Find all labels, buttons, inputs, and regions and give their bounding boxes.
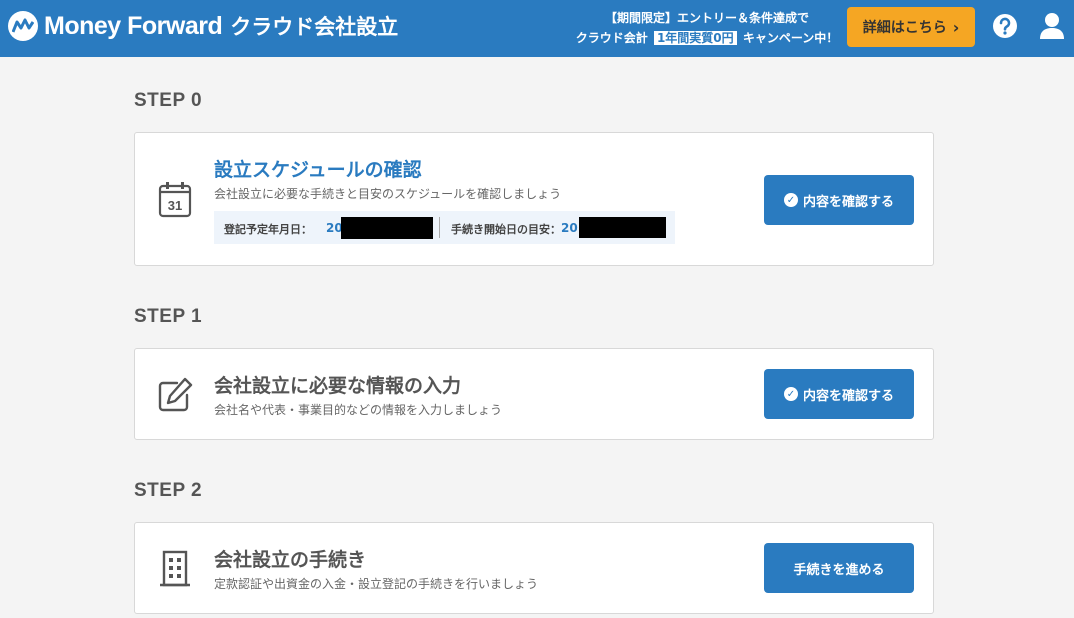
step-2-button-label: 手続きを進める (793, 562, 885, 578)
start-date-value: 20 (561, 221, 578, 235)
campaign-detail-button[interactable]: 詳細はこちら › (847, 7, 975, 47)
chevron-right-icon: › (952, 17, 960, 37)
campaign-product: クラウド会計 (575, 31, 648, 45)
step-1-card: 会社設立に必要な情報の入力 会社名や代表・事業目的などの情報を入力しましょう ✓… (134, 348, 934, 440)
step-1-description: 会社名や代表・事業目的などの情報を入力しましょう (214, 403, 503, 417)
step-2-heading[interactable]: 会社設立の手続き (214, 545, 366, 572)
step-2-card: 会社設立の手続き 定款認証や出資金の入金・設立登記の手続きを行いましょう 手続き… (134, 522, 934, 614)
step-0-confirm-button[interactable]: ✓ 内容を確認する (764, 175, 914, 225)
divider (439, 217, 440, 238)
check-circle-icon: ✓ (783, 193, 798, 207)
app-header: Money Forward クラウド会社設立 【期間限定】エントリー＆条件達成で… (0, 0, 1074, 57)
step-1-heading[interactable]: 会社設立に必要な情報の入力 (214, 371, 461, 398)
calendar-day: 31 (168, 198, 182, 213)
detail-button-label: 詳細はこちら (862, 20, 947, 36)
question-circle-icon[interactable] (992, 13, 1018, 39)
step-2-description: 定款認証や出資金の入金・設立登記の手続きを行いましょう (214, 577, 539, 591)
edit-icon (158, 377, 193, 412)
redaction-bar (579, 217, 666, 238)
registration-date-label: 登記予定年月日： (224, 223, 312, 236)
campaign-suffix: キャンペーン中！ (742, 31, 839, 45)
campaign-badge: 1年間実質0円 (653, 31, 737, 45)
step-1-button-label: 内容を確認する (802, 388, 894, 404)
campaign-line2: クラウド会計 1年間実質0円 キャンペーン中！ (574, 28, 840, 48)
redaction-bar (341, 217, 433, 239)
start-date-label: 手続き開始日の目安： (451, 223, 561, 236)
step-0-title: STEP 0 (134, 90, 203, 111)
user-icon[interactable] (1039, 12, 1065, 40)
campaign-banner: 【期間限定】エントリー＆条件達成で クラウド会計 1年間実質0円 キャンペーン中… (574, 8, 840, 48)
step-2-proceed-button[interactable]: 手続きを進める (764, 543, 914, 593)
step-0-description: 会社設立に必要な手続きと目安のスケジュールを確認しましょう (214, 187, 562, 201)
money-forward-logo-icon (8, 11, 38, 41)
step-0-heading[interactable]: 設立スケジュールの確認 (214, 155, 422, 182)
step-2-title: STEP 2 (134, 480, 203, 501)
building-icon (160, 550, 190, 587)
calendar-icon: 31 (158, 182, 192, 218)
product-name: クラウド会社設立 (230, 15, 399, 39)
logo[interactable]: Money Forward クラウド会社設立 (8, 11, 398, 41)
step-1-confirm-button[interactable]: ✓ 内容を確認する (764, 369, 914, 419)
step-0-card: 31 設立スケジュールの確認 会社設立に必要な手続きと目安のスケジュールを確認し… (134, 132, 934, 266)
brand-name: Money Forward (44, 11, 223, 40)
schedule-dates: 登記予定年月日： 20 手続き開始日の目安： 20 (214, 211, 675, 244)
step-0-button-label: 内容を確認する (802, 194, 894, 210)
step-1-title: STEP 1 (134, 306, 203, 327)
campaign-line1: 【期間限定】エントリー＆条件達成で (604, 11, 809, 25)
check-circle-icon: ✓ (783, 387, 798, 401)
